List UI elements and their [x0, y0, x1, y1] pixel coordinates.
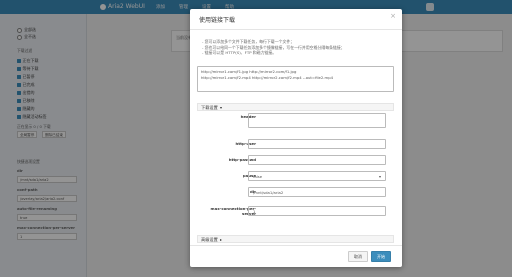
advanced-settings-toggle[interactable]: 高级设置 — [197, 235, 394, 243]
http-passwd-input[interactable] — [248, 155, 386, 165]
http-user-input[interactable] — [248, 139, 386, 149]
pause-select[interactable]: false — [248, 171, 386, 181]
modal-description: - 您可以添加多个文件下载任务，每行下载一个文件； - 您也可以给同一个下载任务… — [202, 39, 345, 56]
pause-select-value: false — [253, 174, 263, 179]
chevron-down-icon — [379, 175, 381, 178]
uri-line: http://mirror1.com/f2.mp4 http://mirror2… — [201, 74, 334, 80]
download-settings-toggle[interactable]: 下载设置 — [197, 103, 394, 111]
max-connection-input[interactable]: 1 — [248, 206, 386, 216]
modal-title: 使用链接下载 — [199, 17, 236, 24]
header-textarea[interactable] — [248, 113, 386, 128]
start-button[interactable]: 开始 — [371, 251, 391, 262]
caret-right-icon — [219, 239, 222, 241]
modal-footer: 取消 开始 — [190, 245, 402, 268]
uri-textarea[interactable]: http://mirror1.com/f1.jpg http://mirror2… — [197, 66, 394, 92]
cancel-button[interactable]: 取消 — [348, 251, 368, 262]
modal-header: 使用链接下载 × — [190, 9, 402, 30]
description-line: - 链接可以是 HTTP(S)、FTP 和磁力链接。 — [202, 50, 277, 56]
caret-down-icon — [219, 107, 222, 109]
download-settings-label: 下载设置 — [201, 105, 218, 110]
close-icon[interactable]: × — [390, 12, 396, 20]
add-uri-modal: 使用链接下载 × - 您可以添加多个文件下载任务，每行下载一个文件； - 您也可… — [190, 9, 402, 267]
dir-input[interactable]: /mnt/sda1/aria2 — [248, 187, 386, 197]
advanced-settings-label: 高级设置 — [201, 237, 218, 242]
